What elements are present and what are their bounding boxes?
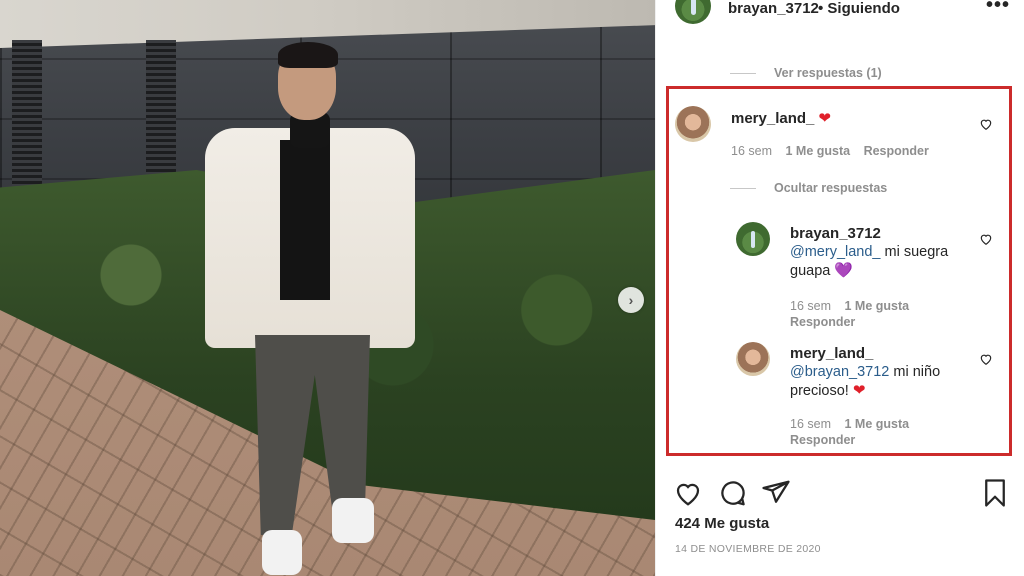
comment: mery_land_ ❤ 16 sem 1 Me gusta Responder	[675, 106, 1015, 166]
comment-body: mery_land_ ❤	[731, 109, 831, 129]
reply-username[interactable]: mery_land_	[790, 344, 970, 363]
avatar[interactable]	[675, 106, 711, 142]
share-icon[interactable]	[761, 478, 791, 508]
reply-button[interactable]: Responder	[864, 144, 929, 158]
reply-button[interactable]: Responder	[790, 433, 855, 447]
post-header: brayan_3712 • Siguiendo •••	[656, 0, 1024, 24]
avatar[interactable]	[736, 342, 770, 376]
reply-likes[interactable]: 1 Me gusta	[844, 417, 909, 431]
reply-mention[interactable]: @mery_land_	[790, 244, 880, 260]
photo-person	[200, 40, 420, 576]
divider	[730, 72, 756, 74]
comments-panel: brayan_3712 • Siguiendo ••• Ver respuest…	[655, 0, 1024, 576]
header-username[interactable]: brayan_3712	[728, 0, 819, 17]
bookmark-icon[interactable]	[980, 478, 1010, 508]
reply-comment: mery_land_ @brayan_3712 mi niño precioso…	[736, 342, 1016, 452]
reply-body: brayan_3712 @mery_land_ mi suegra guapa …	[790, 224, 970, 281]
reply-meta: 16 sem 1 Me gusta Responder	[790, 416, 970, 448]
like-count[interactable]: 424 Me gusta	[675, 515, 769, 532]
following-label[interactable]: • Siguiendo	[818, 0, 900, 17]
reply-button[interactable]: Responder	[790, 315, 855, 329]
comment-likes[interactable]: 1 Me gusta	[785, 144, 850, 158]
hide-replies-link[interactable]: Ocultar respuestas	[730, 181, 887, 195]
avatar[interactable]	[736, 222, 770, 256]
reply-username[interactable]: brayan_3712	[790, 224, 970, 243]
comment-meta: 16 sem 1 Me gusta Responder	[731, 144, 939, 158]
heart-icon[interactable]	[979, 232, 993, 246]
reply-mention[interactable]: @brayan_3712	[790, 364, 889, 380]
hide-replies-label: Ocultar respuestas	[774, 181, 888, 195]
reply-time[interactable]: 16 sem	[790, 417, 831, 431]
view-replies-label: Ver respuestas (1)	[774, 66, 882, 80]
person-shoe	[332, 498, 374, 543]
heart-icon[interactable]	[979, 117, 993, 131]
reply-body: mery_land_ @brayan_3712 mi niño precioso…	[790, 344, 970, 401]
reply-likes[interactable]: 1 Me gusta	[844, 299, 909, 313]
action-bar	[656, 474, 1024, 510]
post-photo[interactable]: ›	[0, 0, 655, 576]
divider	[730, 187, 756, 189]
avatar[interactable]	[675, 0, 711, 24]
post-date: 14 DE NOVIEMBRE DE 2020	[675, 543, 821, 555]
heart-icon[interactable]	[673, 478, 703, 508]
person-shoe	[262, 530, 302, 575]
chevron-right-icon: ›	[628, 292, 634, 308]
next-photo-button[interactable]: ›	[618, 287, 644, 313]
heart-icon[interactable]	[979, 352, 993, 366]
person-hair	[278, 42, 338, 68]
comment-icon[interactable]	[718, 478, 748, 508]
photo-vent	[146, 40, 176, 190]
comment-username[interactable]: mery_land_	[731, 110, 814, 127]
comment-time[interactable]: 16 sem	[731, 144, 772, 158]
more-icon[interactable]: •••	[986, 0, 1010, 17]
person-shirt	[280, 140, 330, 300]
heart-emoji: ❤	[818, 110, 831, 127]
photo-vent	[12, 40, 42, 190]
reply-time[interactable]: 16 sem	[790, 299, 831, 313]
heart-emoji: 💜	[834, 262, 854, 279]
heart-emoji: ❤	[852, 382, 866, 399]
view-replies-link[interactable]: Ver respuestas (1)	[730, 66, 882, 80]
reply-comment: brayan_3712 @mery_land_ mi suegra guapa …	[736, 222, 1016, 332]
reply-meta: 16 sem 1 Me gusta Responder	[790, 298, 970, 330]
